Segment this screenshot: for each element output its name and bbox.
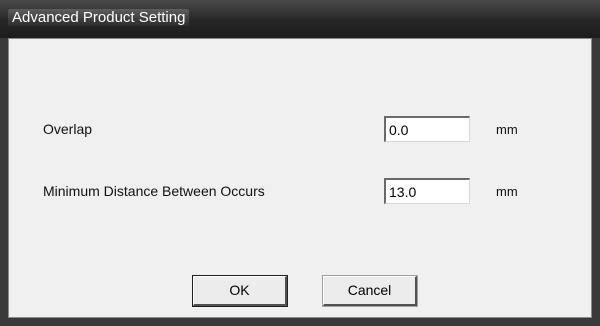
min-distance-unit: mm: [496, 184, 518, 199]
title-bar[interactable]: Advanced Product Setting: [0, 0, 600, 38]
min-distance-label: Minimum Distance Between Occurs: [43, 183, 265, 199]
dialog-body: Overlap mm Minimum Distance Between Occu…: [8, 38, 592, 318]
overlap-unit: mm: [496, 122, 518, 137]
dialog-window: Advanced Product Setting Overlap mm Mini…: [0, 0, 600, 326]
ok-button[interactable]: OK: [193, 276, 287, 306]
min-distance-input[interactable]: [384, 178, 470, 204]
cancel-button[interactable]: Cancel: [323, 276, 417, 306]
overlap-input[interactable]: [384, 116, 470, 142]
overlap-label: Overlap: [43, 121, 93, 137]
window-title: Advanced Product Setting: [8, 9, 190, 26]
